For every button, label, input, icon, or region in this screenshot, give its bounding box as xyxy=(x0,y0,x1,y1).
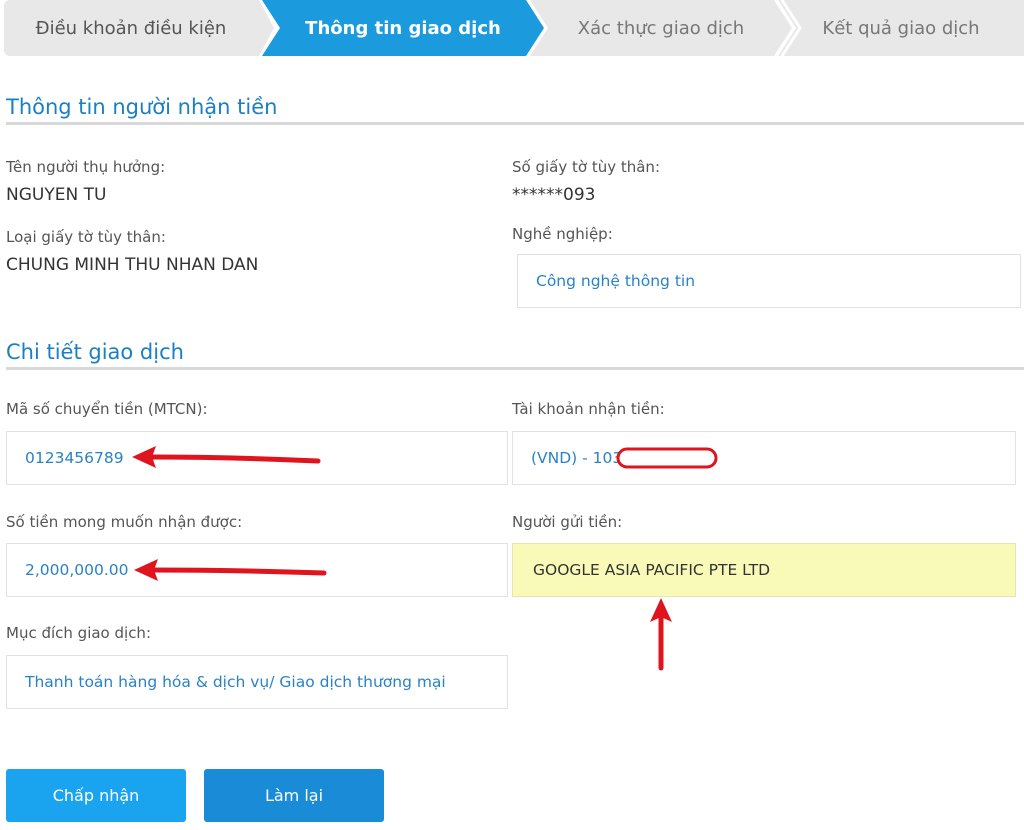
account-value: (VND) - 103 xyxy=(531,449,623,467)
purpose-field[interactable]: Thanh toán hàng hóa & dịch vụ/ Giao dịch… xyxy=(6,655,508,709)
account-label: Tài khoản nhận tiền: xyxy=(512,400,665,418)
annotation-arrow-sender xyxy=(650,598,672,671)
accept-button[interactable]: Chấp nhận xyxy=(6,769,186,822)
id-number-label: Số giấy tờ tùy thân: xyxy=(512,158,660,176)
transaction-section-title: Chi tiết giao dịch xyxy=(6,340,184,364)
account-field[interactable]: (VND) - 103 xyxy=(512,431,1016,485)
step-transaction-info-active: Thông tin giao dịch xyxy=(262,0,544,56)
mtcn-field[interactable]: 0123456789 xyxy=(6,431,508,485)
step-progress-bar: Điều khoản điều kiện Xác thực giao dịch … xyxy=(0,0,1024,56)
id-type-label: Loại giấy tờ tùy thân: xyxy=(6,228,166,246)
step-verify-label: Xác thực giao dịch xyxy=(577,17,745,39)
transaction-section-divider xyxy=(6,367,1024,370)
purpose-label: Mục đích giao dịch: xyxy=(6,624,151,642)
occupation-field[interactable]: Công nghệ thông tin xyxy=(517,254,1021,308)
mtcn-value: 0123456789 xyxy=(25,449,124,467)
recipient-section-title: Thông tin người nhận tiền xyxy=(6,95,278,119)
occupation-value: Công nghệ thông tin xyxy=(536,272,696,290)
step-verify: Xác thực giao dịch xyxy=(530,0,792,56)
step-result: Kết quả giao dịch xyxy=(778,0,1024,56)
beneficiary-label: Tên người thụ hưởng: xyxy=(6,158,166,176)
sender-value: GOOGLE ASIA PACIFIC PTE LTD xyxy=(533,561,771,579)
beneficiary-value: NGUYEN TU xyxy=(6,185,107,205)
step-result-label: Kết quả giao dịch xyxy=(822,17,980,39)
amount-value: 2,000,000.00 xyxy=(25,561,129,579)
id-type-value: CHUNG MINH THU NHAN DAN xyxy=(6,255,259,275)
recipient-section-divider xyxy=(6,122,1024,125)
step-terms-label: Điều khoản điều kiện xyxy=(35,17,227,39)
accept-button-label: Chấp nhận xyxy=(52,786,140,805)
purpose-value: Thanh toán hàng hóa & dịch vụ/ Giao dịch… xyxy=(25,673,446,691)
step-terms: Điều khoản điều kiện xyxy=(4,0,274,56)
occupation-label: Nghề nghiệp: xyxy=(512,225,613,243)
amount-field[interactable]: 2,000,000.00 xyxy=(6,543,508,597)
sender-field[interactable]: GOOGLE ASIA PACIFIC PTE LTD xyxy=(512,543,1016,597)
mtcn-label: Mã số chuyển tiền (MTCN): xyxy=(6,400,208,418)
sender-label: Người gửi tiền: xyxy=(512,513,623,531)
id-number-value: ******093 xyxy=(512,185,596,205)
reset-button-label: Làm lại xyxy=(264,786,324,805)
step-transaction-info-label: Thông tin giao dịch xyxy=(305,17,501,39)
amount-label: Số tiền mong muốn nhận được: xyxy=(6,513,243,531)
reset-button[interactable]: Làm lại xyxy=(204,769,384,822)
